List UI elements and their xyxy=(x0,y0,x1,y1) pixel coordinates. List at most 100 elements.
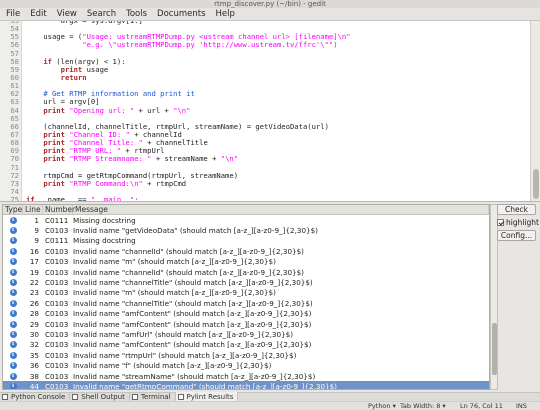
code-editor[interactable]: 53 argx = sys.argv[1:]5455 usage = ("Usa… xyxy=(0,21,540,202)
line-cell: 32 xyxy=(29,340,39,350)
highlight-label: highlight xyxy=(506,218,539,227)
menu-search[interactable]: Search xyxy=(87,9,116,19)
table-row[interactable]: i 28 C0103 Invalid name "amfContent" (shoul… xyxy=(3,309,489,319)
number-cell: C0103 xyxy=(45,381,69,390)
line-cell: 36 xyxy=(29,361,39,371)
table-row[interactable]: i 1 C0111 Missing docstring xyxy=(3,215,489,225)
info-icon: i xyxy=(9,382,17,389)
tab-label: Python Console xyxy=(11,392,66,401)
info-icon: i xyxy=(9,351,17,359)
language-selector[interactable]: Python ▾ xyxy=(368,402,396,410)
code-line[interactable]: 73 print "RTMP Command:\n" + rtmpCmd xyxy=(0,178,528,188)
type-cell: i xyxy=(3,247,23,255)
column-header-type[interactable]: Type xyxy=(3,205,23,214)
number-cell: C0103 xyxy=(45,350,69,360)
info-icon: i xyxy=(9,341,17,349)
editor-scrollbar-thumb[interactable] xyxy=(533,169,539,199)
menu-file[interactable]: File xyxy=(6,9,20,19)
code-token: __name__ == xyxy=(34,195,91,202)
terminal-icon xyxy=(131,393,138,400)
column-header-number[interactable]: Number xyxy=(43,205,75,214)
python-console-icon xyxy=(2,393,8,400)
line-cell: 38 xyxy=(29,371,39,381)
line-cell: 9 xyxy=(34,226,39,236)
table-header: Type Line Number Message xyxy=(3,205,489,215)
table-row[interactable]: i 23 C0103 Invalid name "m" (should match [… xyxy=(3,288,489,298)
config-button[interactable]: Config... xyxy=(497,230,536,241)
info-icon: i xyxy=(9,268,17,276)
tab-shell-output[interactable]: Shell Output xyxy=(70,392,130,401)
line-cell: 35 xyxy=(29,350,39,360)
number-cell: C0103 xyxy=(45,329,69,339)
pylint-controls: Check highlight Config... xyxy=(497,204,539,244)
line-cell: 19 xyxy=(29,267,39,277)
table-row[interactable]: i 16 C0103 Invalid name "channelId" (should… xyxy=(3,246,489,256)
table-row[interactable]: i 38 C0103 Invalid name "streamName" (shoul… xyxy=(3,371,489,381)
editor-scrollbar[interactable] xyxy=(530,21,540,201)
code-line[interactable]: 60 return xyxy=(0,73,528,82)
line-cell: 9 xyxy=(34,236,39,246)
table-row[interactable]: i 30 C0103 Invalid name "amfUrl" (should ma… xyxy=(3,329,489,339)
number-cell: C0103 xyxy=(45,226,69,236)
number-cell: C0103 xyxy=(45,319,69,329)
info-icon: i xyxy=(9,299,17,307)
type-cell: i xyxy=(3,382,23,389)
results-scrollbar-thumb[interactable] xyxy=(492,323,497,375)
code-token: + rtmpCmd xyxy=(142,178,187,188)
table-row[interactable]: i 29 C0103 Invalid name "amfContent" (shoul… xyxy=(3,319,489,329)
type-cell: i xyxy=(3,237,23,245)
code-text: "e.g. \"ustreamRTMPDump.py 'http://www.u… xyxy=(26,40,338,50)
message-cell: Invalid name "amfContent" (should match … xyxy=(73,340,312,350)
menu-documents[interactable]: Documents xyxy=(157,9,205,19)
table-row[interactable]: i 19 C0103 Invalid name "channelId" (should… xyxy=(3,267,489,277)
number-cell: C0103 xyxy=(45,257,69,267)
code-line[interactable]: 64 print "Opening url: " + url + "\n" xyxy=(0,105,528,115)
menu-edit[interactable]: Edit xyxy=(30,9,46,19)
code-text: print "Opening url: " + url + "\n" xyxy=(26,105,190,115)
highlight-checkbox[interactable] xyxy=(497,219,504,226)
highlight-toggle[interactable]: highlight xyxy=(497,218,539,227)
table-row[interactable]: i 32 C0103 Invalid name "amfContent" (shoul… xyxy=(3,340,489,350)
code-line[interactable]: 70 print "RTMP Streamname: " + streamNam… xyxy=(0,155,528,163)
column-header-line[interactable]: Line xyxy=(23,205,43,214)
tab-pylint-results[interactable]: Pylint Results xyxy=(175,392,239,401)
check-button[interactable]: Check xyxy=(497,204,536,215)
info-icon: i xyxy=(9,247,17,255)
menu-view[interactable]: View xyxy=(57,9,77,19)
code-line[interactable]: 56 "e.g. \"ustreamRTMPDump.py 'http://ww… xyxy=(0,41,528,49)
column-header-message[interactable]: Message xyxy=(73,205,489,214)
code-token: print xyxy=(43,178,65,188)
menu-help[interactable]: Help xyxy=(216,9,235,19)
table-row[interactable]: i 22 C0103 Invalid name "channelTitle" (sho… xyxy=(3,277,489,287)
code-token: "RTMP Command:\n" xyxy=(69,178,143,188)
line-cell: 17 xyxy=(29,257,39,267)
table-row[interactable]: i 17 C0103 Invalid name "m" (should match [… xyxy=(3,257,489,267)
tab-label: Terminal xyxy=(140,392,171,401)
table-row[interactable]: i 9 C0103 Invalid name "getVideoData" (shou… xyxy=(3,225,489,235)
code-token: "e.g. \"ustreamRTMPDump.py 'http://www.u… xyxy=(82,40,338,50)
table-row[interactable]: i 36 C0103 Invalid name "f" (should match [… xyxy=(3,360,489,370)
shell-output-icon xyxy=(72,393,79,400)
tab-python-console[interactable]: Python Console xyxy=(0,392,71,401)
table-row[interactable]: i 35 C0103 Invalid name "rtmpUrl" (should m… xyxy=(3,350,489,360)
menu-tools[interactable]: Tools xyxy=(126,9,147,19)
code-lines[interactable]: 53 argx = sys.argv[1:]5455 usage = ("Usa… xyxy=(0,21,528,202)
type-cell: i xyxy=(3,279,23,287)
code-text: return xyxy=(26,73,87,82)
line-cell: 30 xyxy=(29,329,39,339)
number-cell: C0103 xyxy=(45,340,69,350)
table-row[interactable]: i 44 C0103 Invalid name "getRtmpCommand" (s… xyxy=(3,381,489,390)
type-cell: i xyxy=(3,351,23,359)
tab-terminal[interactable]: Terminal xyxy=(130,392,176,401)
code-token: + streamName + xyxy=(151,154,221,164)
info-icon: i xyxy=(9,320,17,328)
table-row[interactable]: i 9 C0111 Missing docstring xyxy=(3,236,489,246)
info-icon: i xyxy=(9,362,17,370)
pylint-results-table: Type Line Number Message i 1 C0111 Missing … xyxy=(2,204,490,390)
line-cell: 28 xyxy=(29,309,39,319)
table-row[interactable]: i 26 C0103 Invalid name "channelTitle" (sho… xyxy=(3,298,489,308)
line-cell: 1 xyxy=(34,215,39,225)
tab-width-selector[interactable]: Tab Width: 8 ▾ xyxy=(400,402,446,410)
code-token: "Opening url: " xyxy=(69,105,135,115)
